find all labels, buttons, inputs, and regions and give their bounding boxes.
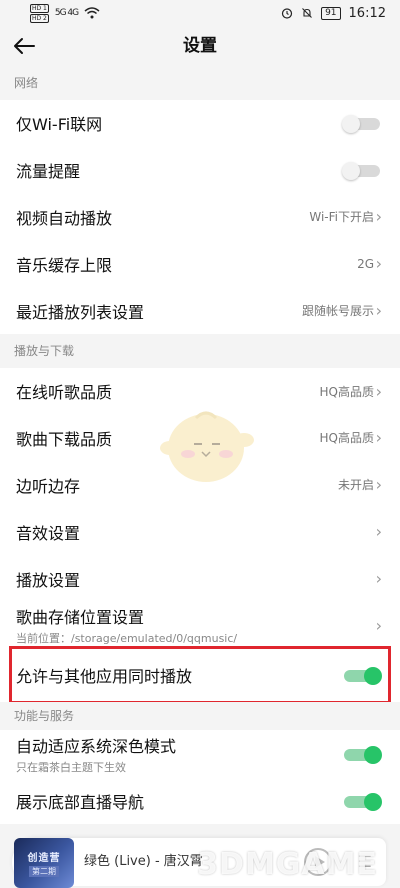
row-bottom-nav[interactable]: 展示底部直播导航 bbox=[0, 778, 400, 824]
album-cover[interactable]: 创造营 第二期 bbox=[14, 838, 74, 888]
chevron-right-icon: › bbox=[375, 475, 382, 494]
now-playing-title: 绿色 (Live) - 唐汉霄 bbox=[84, 854, 203, 869]
dark-mode-text: 自动适应系统深色模式 只在霜茶白主题下生效 bbox=[16, 733, 176, 775]
row-play-settings[interactable]: 播放设置 › bbox=[0, 555, 400, 602]
status-right: 91 16:12 bbox=[281, 6, 386, 21]
signal-icon: 5G 4G bbox=[54, 8, 79, 18]
mini-player[interactable]: 创造营 第二期 绿色 (Live) - 唐汉霄 ☰ 3DMGAME bbox=[12, 838, 386, 888]
wifi-only-toggle[interactable] bbox=[342, 114, 380, 133]
chevron-right-icon: › bbox=[375, 254, 382, 273]
row-recent-list[interactable]: 最近播放列表设置 跟随帐号展示 › bbox=[0, 287, 400, 334]
dark-mode-toggle[interactable] bbox=[344, 745, 382, 764]
storage-text: 歌曲存储位置设置 当前位置：/storage/emulated/0/qqmusi… bbox=[16, 604, 237, 646]
section-network: 网络 bbox=[0, 66, 400, 100]
row-value: Wi-Fi下开启 bbox=[309, 210, 374, 224]
wifi-icon bbox=[84, 7, 100, 19]
row-label: 在线听歌品质 bbox=[16, 383, 113, 402]
row-label: 播放设置 bbox=[16, 570, 81, 590]
row-value: 2G bbox=[357, 256, 374, 271]
row-label: 视频自动播放 bbox=[16, 208, 113, 228]
row-music-cache[interactable]: 音乐缓存上限 2G › bbox=[0, 240, 400, 287]
row-label: 展示底部直播导航 bbox=[16, 793, 145, 812]
chevron-right-icon: › bbox=[375, 428, 382, 447]
cover-title: 创造营 bbox=[27, 853, 61, 864]
row-value: 未开启 bbox=[337, 478, 374, 492]
row-value: HQ高品质 bbox=[319, 431, 374, 445]
data-reminder-toggle[interactable] bbox=[342, 161, 380, 180]
page-title: 设置 bbox=[183, 36, 217, 56]
row-value: HQ高品质 bbox=[319, 384, 374, 399]
status-left: HD 1 HD 2 5G 4G bbox=[30, 3, 100, 23]
row-data-reminder[interactable]: 流量提醒 bbox=[0, 146, 400, 193]
row-video-autoplay[interactable]: 视频自动播放 Wi-Fi下开启 › bbox=[0, 193, 400, 240]
row-sound-effects[interactable]: 音效设置 › bbox=[0, 508, 400, 555]
chevron-right-icon: › bbox=[375, 569, 382, 588]
row-label: 边听边存 bbox=[16, 476, 81, 496]
alarm-icon bbox=[281, 8, 293, 19]
status-bar: HD 1 HD 2 5G 4G 91 16:12 bbox=[0, 0, 400, 26]
row-label: 音乐缓存上限 bbox=[16, 255, 113, 275]
row-dark-mode[interactable]: 自动适应系统深色模式 只在霜茶白主题下生效 bbox=[0, 730, 400, 778]
row-wifi-only[interactable]: 仅Wi-Fi联网 bbox=[0, 100, 400, 146]
mute-bell-icon bbox=[302, 8, 312, 18]
row-label: 流量提醒 bbox=[16, 161, 81, 181]
hd2-badge: HD 2 bbox=[30, 13, 49, 23]
status-time: 16:12 bbox=[348, 5, 386, 21]
row-label: 仅Wi-Fi联网 bbox=[16, 115, 103, 134]
chevron-right-icon: › bbox=[375, 381, 382, 401]
row-subtext: 当前位置：/storage/emulated/0/qqmusic/ bbox=[16, 632, 238, 645]
row-label: 歌曲下载品质 bbox=[16, 429, 113, 449]
row-storage-location[interactable]: 歌曲存储位置设置 当前位置：/storage/emulated/0/qqmusi… bbox=[0, 602, 400, 648]
chevron-right-icon: › bbox=[375, 301, 382, 320]
hd-badges: HD 1 HD 2 bbox=[30, 3, 49, 23]
hd1-badge: HD 1 bbox=[30, 3, 49, 13]
row-label: 最近播放列表设置 bbox=[16, 302, 145, 322]
chevron-right-icon: › bbox=[375, 207, 382, 226]
row-label: 音效设置 bbox=[16, 523, 81, 543]
row-value: 跟随帐号展示 bbox=[301, 304, 374, 318]
mascot-watermark bbox=[160, 411, 254, 482]
chevron-right-icon: › bbox=[375, 615, 382, 635]
header: 设置 bbox=[0, 26, 400, 66]
highlight-box bbox=[9, 646, 391, 704]
row-label: 自动适应系统深色模式 bbox=[16, 737, 177, 756]
row-label: 歌曲存储位置设置 bbox=[16, 608, 145, 627]
section-features: 功能与服务 bbox=[0, 702, 400, 730]
chevron-right-icon: › bbox=[375, 522, 382, 541]
row-subtext: 只在霜茶白主题下生效 bbox=[16, 761, 126, 774]
section-playback: 播放与下载 bbox=[0, 334, 400, 368]
watermark-text: 3DMGAME bbox=[197, 847, 378, 882]
battery-indicator: 91 bbox=[321, 6, 341, 20]
cover-subtitle: 第二期 bbox=[29, 866, 59, 877]
bottom-nav-toggle[interactable] bbox=[344, 792, 382, 811]
